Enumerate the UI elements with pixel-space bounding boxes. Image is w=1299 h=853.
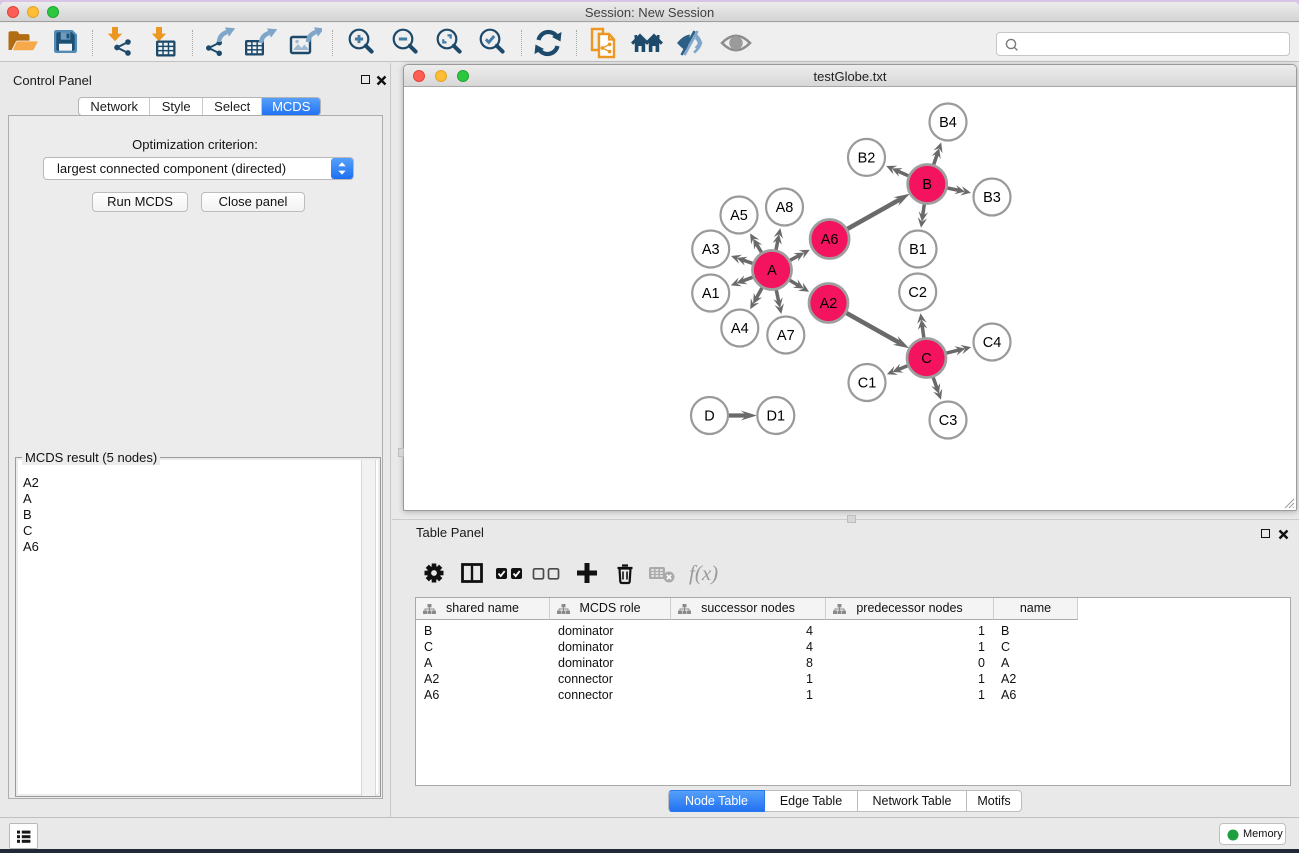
svg-text:B2: B2 <box>858 150 876 166</box>
svg-text:B4: B4 <box>939 115 957 131</box>
svg-text:B3: B3 <box>983 190 1001 206</box>
svg-text:C1: C1 <box>858 376 877 392</box>
svg-text:A4: A4 <box>731 321 749 337</box>
svg-text:C: C <box>921 351 931 367</box>
svg-text:C4: C4 <box>983 335 1002 351</box>
svg-text:A8: A8 <box>776 200 794 216</box>
svg-text:B: B <box>922 177 932 193</box>
svg-text:A5: A5 <box>730 208 748 224</box>
svg-text:A7: A7 <box>777 328 795 344</box>
svg-text:A2: A2 <box>820 296 838 312</box>
svg-text:C3: C3 <box>939 413 958 429</box>
svg-text:D: D <box>704 409 714 425</box>
svg-text:A3: A3 <box>702 242 720 258</box>
svg-text:C2: C2 <box>908 285 927 301</box>
svg-text:A: A <box>767 263 777 279</box>
svg-text:A6: A6 <box>821 232 839 248</box>
svg-text:D1: D1 <box>767 409 786 425</box>
svg-text:B1: B1 <box>909 242 927 258</box>
svg-text:A1: A1 <box>702 286 720 302</box>
